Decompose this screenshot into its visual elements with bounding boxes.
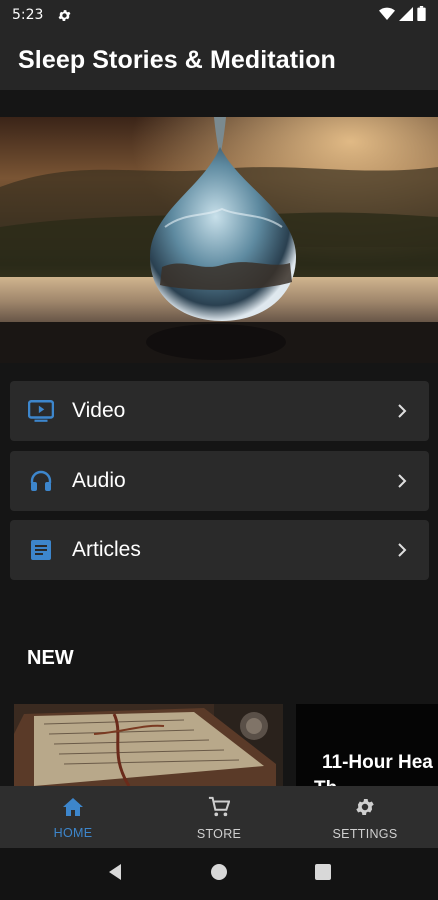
nav-store[interactable]: STORE	[146, 786, 292, 848]
book-image	[14, 704, 283, 786]
menu-item-label: Audio	[72, 469, 126, 492]
menu-item-audio[interactable]: Audio	[10, 451, 429, 511]
wifi-icon	[379, 7, 395, 24]
nav-label: SETTINGS	[332, 826, 398, 841]
video-tv-icon	[28, 398, 54, 424]
signal-icon	[399, 6, 413, 24]
bottom-navigation: HOME STORE SETTINGS	[0, 786, 438, 848]
nav-settings[interactable]: SETTINGS	[292, 786, 438, 848]
menu-item-label: Video	[72, 399, 126, 422]
nav-home[interactable]: HOME	[0, 786, 146, 848]
new-tile-11-hour[interactable]: 11-Hour Hea Th	[296, 704, 438, 786]
settings-gear-icon	[57, 8, 72, 23]
page-title: Sleep Stories & Meditation	[18, 45, 336, 74]
battery-icon	[417, 6, 426, 24]
section-title-new: NEW	[27, 647, 74, 669]
system-navigation-bar	[0, 848, 438, 900]
chevron-right-icon	[397, 474, 407, 488]
hero-image	[0, 117, 438, 363]
home-circle-icon[interactable]	[210, 863, 228, 886]
nav-label: HOME	[53, 825, 93, 840]
status-time: 5:23	[12, 7, 44, 23]
status-bar: 5:23	[0, 0, 438, 30]
chevron-right-icon	[397, 543, 407, 557]
tile-subtitle: Th	[314, 778, 337, 786]
menu-item-video[interactable]: Video	[10, 381, 429, 441]
cart-icon	[208, 796, 231, 823]
home-icon	[62, 797, 84, 822]
chevron-right-icon	[397, 404, 407, 418]
gear-icon	[354, 796, 376, 823]
back-icon[interactable]	[107, 863, 123, 886]
menu-item-label: Articles	[72, 538, 141, 561]
tile-title: 11-Hour Hea	[322, 752, 433, 773]
app-bar: Sleep Stories & Meditation	[0, 30, 438, 90]
new-tile-book[interactable]	[14, 704, 283, 786]
article-icon	[28, 537, 54, 563]
nav-label: STORE	[196, 826, 242, 841]
headphones-icon	[28, 468, 54, 494]
menu-item-articles[interactable]: Articles	[10, 520, 429, 580]
recents-icon[interactable]	[314, 863, 331, 885]
